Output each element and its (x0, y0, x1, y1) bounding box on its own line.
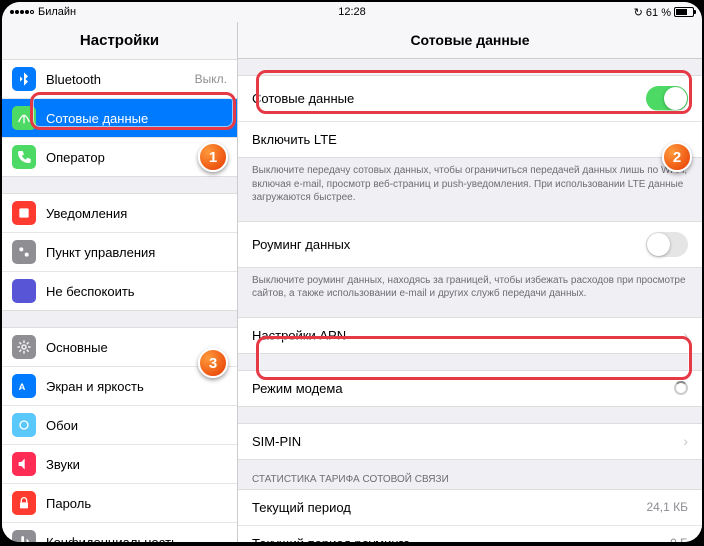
row-hotspot[interactable]: Режим модема (238, 371, 702, 406)
speaker-icon (12, 452, 36, 476)
roaming-footnote: Выключите роуминг данных, находясь за гр… (238, 268, 702, 301)
chevron-icon: › (222, 150, 227, 164)
row-label: Текущий период роуминга (252, 536, 670, 543)
sidebar-item-control-center[interactable]: Пункт управления (2, 233, 237, 272)
sidebar-item-label: Сотовые данные (46, 111, 227, 126)
signal-dots (10, 10, 34, 14)
carrier-label: Билайн (38, 6, 76, 18)
detail-pane: Сотовые данные Сотовые данные Включить L… (238, 22, 702, 542)
gear-icon (12, 335, 36, 359)
sidebar-item-label: Основные (46, 340, 227, 355)
svg-text:A: A (19, 382, 26, 392)
sidebar-item-privacy[interactable]: Конфиденциальность (2, 523, 237, 542)
moon-icon (12, 279, 36, 303)
row-apn[interactable]: Настройки APN › (238, 318, 702, 353)
sidebar-item-label: Экран и яркость (46, 379, 227, 394)
stats-header: СТАТИСТИКА ТАРИФА СОТОВОЙ СВЯЗИ (238, 460, 702, 489)
row-sim-pin[interactable]: SIM-PIN › (238, 424, 702, 459)
clock: 12:28 (338, 6, 366, 18)
row-label: SIM-PIN (252, 434, 677, 449)
display-icon: A (12, 374, 36, 398)
sidebar-item-notifications[interactable]: Уведомления (2, 194, 237, 233)
lock-icon (12, 491, 36, 515)
row-lte[interactable]: Включить LTE (238, 122, 702, 157)
row-label: Режим модема (252, 381, 674, 396)
row-cellular-data[interactable]: Сотовые данные (238, 76, 702, 122)
sidebar-item-label: Оператор (46, 150, 216, 165)
sidebar-item-carrier[interactable]: Оператор › (2, 138, 237, 176)
row-label: Сотовые данные (252, 91, 646, 106)
battery-percent: ↻ 61 % (634, 6, 671, 19)
roaming-toggle[interactable] (646, 232, 688, 257)
row-roaming-period[interactable]: Текущий период роуминга 0 Б (238, 526, 702, 543)
cellular-icon (12, 106, 36, 130)
sidebar-item-label: Не беспокоить (46, 284, 227, 299)
battery-icon (674, 7, 694, 17)
phone-icon (12, 145, 36, 169)
sidebar-item-status: Выкл. (195, 72, 227, 86)
lte-footnote: Выключите передачу сотовых данных, чтобы… (238, 158, 702, 205)
sidebar-item-general[interactable]: Основные (2, 328, 237, 367)
hand-icon (12, 530, 36, 542)
sidebar-item-dnd[interactable]: Не беспокоить (2, 272, 237, 310)
sidebar-item-bluetooth[interactable]: Bluetooth Выкл. (2, 60, 237, 99)
row-label: Роуминг данных (252, 237, 646, 252)
sidebar-item-label: Bluetooth (46, 72, 195, 87)
chevron-icon: › (683, 328, 688, 342)
sidebar-item-label: Обои (46, 418, 227, 433)
cellular-toggle[interactable] (646, 86, 688, 111)
sidebar-item-label: Уведомления (46, 206, 227, 221)
sidebar-item-sounds[interactable]: Звуки (2, 445, 237, 484)
sidebar-item-label: Звуки (46, 457, 227, 472)
chevron-icon: › (683, 434, 688, 448)
notifications-icon (12, 201, 36, 225)
row-value: 0 Б (670, 536, 688, 542)
sidebar-item-label: Пункт управления (46, 245, 227, 260)
sidebar-title: Настройки (2, 22, 237, 60)
row-label: Настройки APN (252, 328, 677, 343)
row-label: Текущий период (252, 500, 646, 515)
bluetooth-icon (12, 67, 36, 91)
wallpaper-icon (12, 413, 36, 437)
sidebar-item-cellular[interactable]: Сотовые данные (2, 99, 237, 138)
status-bar: Билайн 12:28 ↻ 61 % (2, 2, 702, 22)
spinner-icon (674, 381, 688, 395)
sidebar-item-label: Пароль (46, 496, 227, 511)
row-label: Включить LTE (252, 132, 688, 147)
row-value: 24,1 КБ (646, 500, 688, 514)
row-roaming[interactable]: Роуминг данных (238, 222, 702, 267)
control-center-icon (12, 240, 36, 264)
settings-sidebar: Настройки Bluetooth Выкл. Сотовые данные… (2, 22, 238, 542)
row-current-period[interactable]: Текущий период 24,1 КБ (238, 490, 702, 526)
sidebar-item-wallpaper[interactable]: Обои (2, 406, 237, 445)
detail-title: Сотовые данные (238, 22, 702, 59)
sidebar-item-passcode[interactable]: Пароль (2, 484, 237, 523)
sidebar-item-display[interactable]: A Экран и яркость (2, 367, 237, 406)
sidebar-item-label: Конфиденциальность (46, 535, 227, 543)
